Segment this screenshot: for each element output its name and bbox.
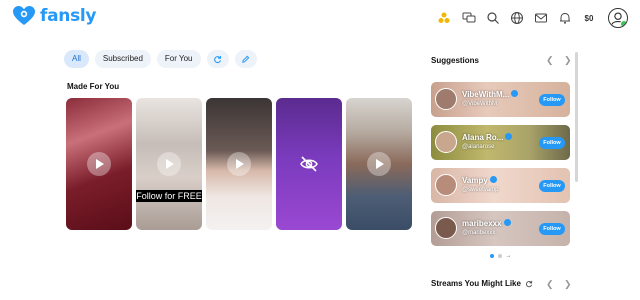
avatar[interactable] — [435, 131, 457, 153]
coins-icon[interactable] — [432, 8, 456, 28]
eye-off-icon — [300, 156, 318, 172]
follow-button[interactable]: Follow — [539, 223, 565, 235]
media-card[interactable]: Follow for FREE — [136, 98, 202, 230]
arrow-right-icon[interactable]: → — [506, 253, 512, 259]
top-bar: fansly $0 — [0, 0, 640, 36]
play-icon — [157, 152, 181, 176]
fansly-logo-icon — [13, 6, 35, 25]
streams-title: Streams You Might Like — [431, 279, 521, 288]
suggestion-name: Vampy — [462, 176, 488, 185]
refresh-icon — [214, 55, 222, 63]
app-name: fansly — [40, 6, 97, 26]
avatar[interactable] — [435, 174, 457, 196]
suggestion-handle: @maribexxx — [462, 230, 496, 236]
suggestions-title: Suggestions — [431, 55, 480, 65]
suggestion-name: VibeWithM... — [462, 90, 510, 99]
filter-subscribed[interactable]: Subscribed — [94, 50, 151, 68]
feed-filters: All Subscribed For You — [64, 50, 257, 68]
suggestion-card[interactable]: Vampy @sweetvamp Follow — [431, 168, 570, 203]
made-for-you-carousel: Follow for FREE — [66, 98, 412, 230]
page-dot[interactable] — [489, 254, 494, 258]
page-dot[interactable] — [497, 254, 502, 258]
suggestion-handle: @alanarose — [462, 144, 495, 150]
logo[interactable]: fansly — [12, 5, 97, 27]
card-overlay-text: Follow for FREE — [136, 190, 202, 202]
chevron-right-icon[interactable]: ❯ — [564, 56, 572, 65]
search-icon[interactable] — [481, 8, 505, 28]
suggestion-name: Alana Ro... — [462, 133, 504, 142]
refresh-icon[interactable] — [525, 280, 533, 288]
verified-icon — [505, 133, 513, 140]
chevron-left-icon[interactable]: ❮ — [546, 279, 554, 288]
media-card[interactable] — [66, 98, 132, 230]
bell-icon[interactable] — [553, 8, 577, 28]
suggestion-handle: @VibeWithM — [462, 101, 497, 107]
filter-all[interactable]: All — [64, 50, 89, 68]
user-avatar[interactable] — [608, 8, 628, 28]
refresh-button[interactable] — [206, 50, 229, 68]
suggestion-handle: @sweetvamp — [462, 187, 499, 193]
wallet-balance[interactable]: $0 — [577, 14, 601, 23]
verified-icon — [511, 90, 519, 97]
follow-button[interactable]: Follow — [539, 137, 565, 149]
verified-icon — [489, 176, 497, 183]
suggestions-list: VibeWithM... @VibeWithM Follow Alana Ro.… — [431, 82, 576, 246]
filter-for-you[interactable]: For You — [156, 50, 201, 68]
header-actions: $0 — [432, 8, 628, 28]
verified-icon — [503, 219, 511, 226]
avatar[interactable] — [435, 217, 457, 239]
suggestion-card[interactable]: maribexxx @maribexxx Follow — [431, 211, 570, 246]
made-for-you-title: Made For You — [67, 82, 120, 91]
chevron-left-icon[interactable]: ❮ — [546, 56, 554, 65]
follow-button[interactable]: Follow — [539, 94, 565, 106]
avatar[interactable] — [435, 88, 457, 110]
suggestion-card[interactable]: Alana Ro... @alanarose Follow — [431, 125, 570, 160]
scrollbar[interactable] — [575, 52, 578, 182]
suggestions-panel: Suggestions ❮ ❯ VibeWithM... @VibeWithM … — [424, 52, 576, 259]
edit-button[interactable] — [234, 50, 257, 68]
globe-icon[interactable] — [505, 8, 529, 28]
follow-button[interactable]: Follow — [539, 180, 565, 192]
media-card[interactable] — [206, 98, 272, 230]
carousel-pagination: → — [431, 253, 570, 259]
chevron-right-icon[interactable]: ❯ — [564, 279, 572, 288]
play-icon — [87, 152, 111, 176]
media-card[interactable] — [346, 98, 412, 230]
edit-icon — [242, 55, 250, 63]
chat-icon[interactable] — [457, 8, 481, 28]
streams-header: Streams You Might Like ❮ ❯ — [431, 279, 576, 288]
mail-icon[interactable] — [529, 8, 553, 28]
media-card-hidden[interactable] — [276, 98, 342, 230]
play-icon — [227, 152, 251, 176]
play-icon — [367, 152, 391, 176]
suggestion-card[interactable]: VibeWithM... @VibeWithM Follow — [431, 82, 570, 117]
suggestion-name: maribexxx — [462, 219, 502, 228]
